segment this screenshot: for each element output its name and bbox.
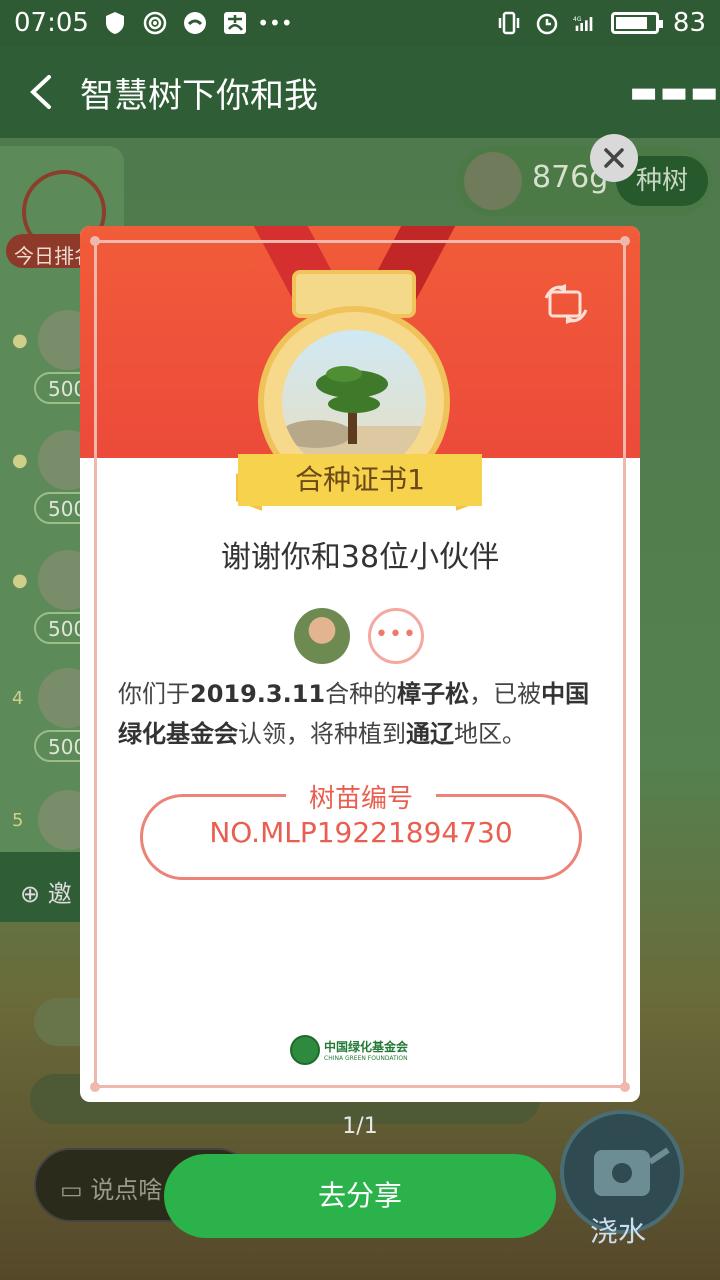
close-button[interactable] [590, 134, 638, 182]
desc-mid2: ，已被 [469, 680, 542, 708]
more-notifications-icon: ••• [257, 11, 293, 35]
certificate-card: 合种证书1 谢谢你和38位小伙伴 ••• 你们于2019.3.11合种的樟子松，… [80, 226, 640, 1102]
more-dots-icon: ▬▬▬ [629, 74, 720, 110]
desc-prefix: 你们于 [118, 680, 190, 708]
plant-region: 通辽 [406, 720, 454, 748]
vibrate-icon [497, 11, 521, 35]
status-time: 07:05 [14, 8, 89, 38]
page-title: 智慧树下你和我 [80, 75, 318, 116]
thanks-text: 谢谢你和38位小伙伴 [220, 540, 500, 575]
back-button[interactable] [0, 46, 80, 138]
plus-icon: ⊕ [20, 880, 48, 908]
app-notification-icon [183, 11, 207, 35]
avatar[interactable] [294, 608, 350, 664]
rank-medal-icon: ● [12, 330, 28, 351]
page-indicator: 1/1 [342, 1114, 378, 1139]
desc-mid1: 合种的 [325, 680, 398, 708]
battery-icon [610, 12, 663, 34]
rank-number: 5 [12, 810, 24, 831]
partner-avatars: ••• [292, 606, 428, 666]
water-label: 浇水 [590, 1215, 647, 1248]
rank-medal-icon: ● [12, 570, 28, 591]
tree-name: 樟子松 [397, 680, 470, 708]
seedling-number: NO.MLP19221894730 [209, 816, 513, 849]
desc-mid3: 认领，将种植到 [238, 720, 406, 748]
logo-en: CHINA GREEN FOUNDATION [324, 1055, 408, 1062]
battery-percent: 83 [672, 8, 706, 38]
certificate-description: 你们于2019.3.11合种的樟子松，已被中国绿化基金会认领，将种植到通辽地区。 [118, 674, 604, 754]
status-bar: 07:05 ••• 4G 83 [0, 0, 720, 46]
plant-date: 2019.3.11 [190, 680, 326, 708]
alipay-icon [223, 11, 247, 35]
title-bar: 智慧树下你和我 ▬▬▬ [0, 46, 720, 138]
frame-dot [90, 236, 100, 246]
frame-dot [620, 236, 630, 246]
frame-dot [90, 1082, 100, 1092]
message-icon: ▭ [60, 1176, 91, 1204]
seedling-label: 树苗编号 [286, 778, 436, 814]
user-avatar[interactable] [464, 152, 522, 210]
certificate-title: 合种证书1 [238, 454, 482, 506]
chat-placeholder: 说点啥 [90, 1176, 163, 1204]
svg-text:4G: 4G [573, 16, 582, 23]
swap-icon [544, 284, 588, 324]
more-partners-button[interactable]: ••• [368, 608, 424, 664]
foundation-logo: 中国绿化基金会 CHINA GREEN FOUNDATION [290, 1032, 438, 1068]
tree-illustration [282, 330, 426, 474]
close-icon [604, 148, 624, 168]
chevron-left-icon [30, 75, 51, 109]
energy-panel: 876g 种树 [456, 146, 712, 216]
frame-dot [620, 1082, 630, 1092]
shield-icon [103, 11, 127, 35]
logo-cn: 中国绿化基金会 [324, 1040, 409, 1054]
rank-medal-icon: ● [12, 450, 28, 471]
hotspot-icon [143, 11, 167, 35]
more-options-button[interactable]: ▬▬▬ [629, 46, 720, 138]
foundation-emblem-icon [290, 1035, 320, 1065]
switch-certificate-button[interactable] [542, 282, 590, 326]
invite-label: 邀 [47, 880, 72, 908]
desc-suffix: 地区。 [454, 720, 526, 748]
signal-icon: 4G [573, 11, 597, 35]
rank-number: 4 [12, 688, 24, 709]
share-button[interactable]: 去分享 [164, 1154, 556, 1238]
alarm-icon [535, 11, 559, 35]
